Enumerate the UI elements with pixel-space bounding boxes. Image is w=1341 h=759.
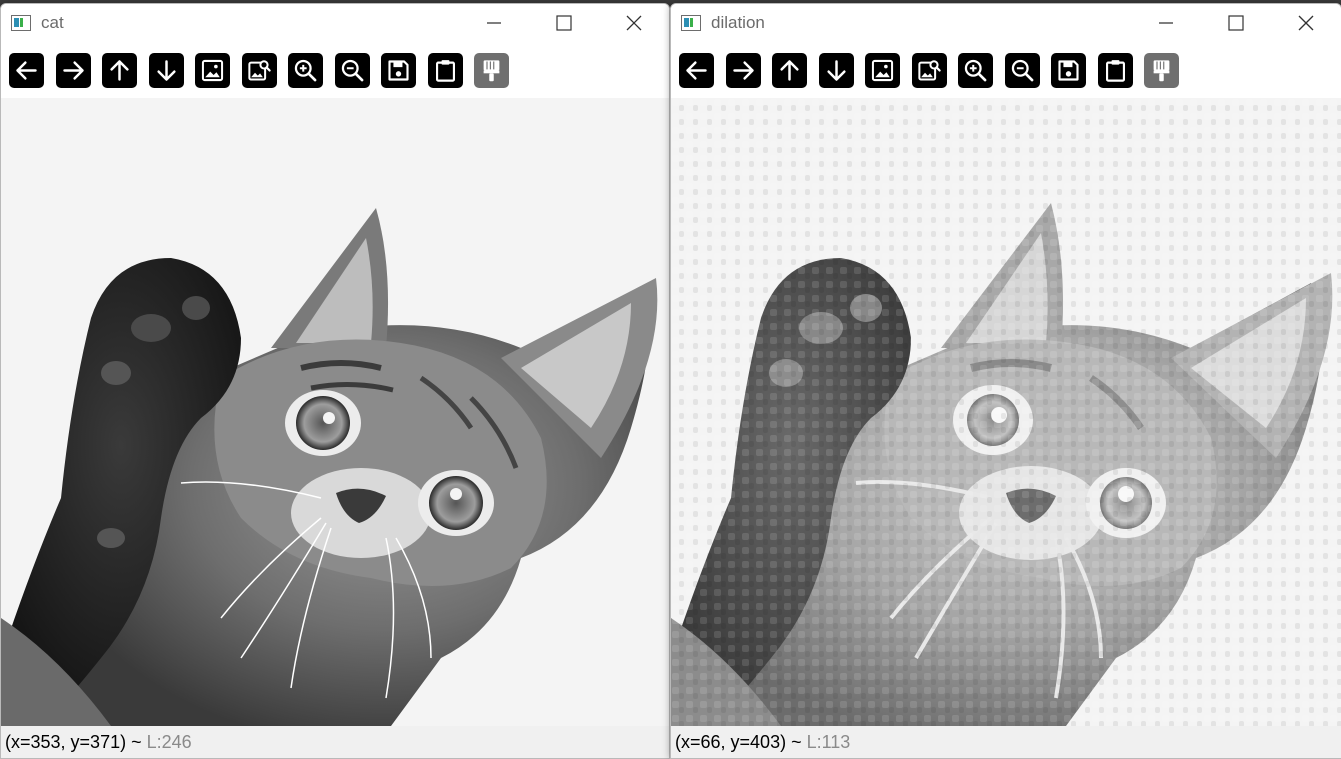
save-icon (388, 59, 409, 81)
brush-icon (1153, 59, 1170, 81)
window-cat[interactable]: cat (x=353, y=371) ~ L:246 (0, 3, 670, 759)
minimize-icon (1159, 22, 1173, 24)
arrow-down-icon (826, 59, 846, 81)
image-canvas[interactable] (671, 98, 1341, 726)
cat-image (1, 98, 669, 726)
maximize-button[interactable] (529, 4, 599, 42)
brush-icon (483, 59, 500, 81)
zoom-in-icon (294, 59, 317, 81)
title-bar[interactable]: cat (1, 4, 669, 42)
pan-down-button[interactable] (148, 52, 184, 88)
window-title: dilation (711, 13, 765, 32)
pan-left-button[interactable] (9, 52, 44, 88)
zoom-in-button[interactable] (958, 52, 993, 88)
pan-left-button[interactable] (679, 52, 714, 88)
zoom-original-button[interactable] (865, 52, 900, 88)
arrow-left-icon (686, 60, 707, 80)
app-icon (681, 15, 701, 31)
zoom-in-icon (964, 59, 987, 81)
caption-buttons (459, 4, 669, 42)
pan-up-button[interactable] (102, 52, 137, 88)
close-icon (1298, 15, 1314, 31)
zoom-out-button[interactable] (1004, 52, 1040, 88)
close-button[interactable] (599, 4, 669, 42)
status-separator: ~ (126, 731, 147, 752)
status-coordinates: (x=66, y=403) (675, 731, 787, 752)
caption-buttons (1131, 4, 1341, 42)
arrow-right-icon (62, 60, 84, 80)
pan-down-button[interactable] (818, 52, 854, 88)
status-bar: (x=353, y=371) ~ L:246 (1, 726, 669, 758)
pan-right-button[interactable] (725, 52, 761, 88)
image-icon (871, 59, 894, 81)
zoom-out-button[interactable] (334, 52, 370, 88)
save-icon (1058, 59, 1079, 81)
status-pixel-value: L:246 (146, 731, 192, 752)
zoom-image-icon (917, 59, 941, 81)
save-button[interactable] (1051, 52, 1086, 88)
status-bar: (x=66, y=403) ~ L:113 (671, 726, 1341, 758)
zoom-fit-button[interactable] (241, 52, 277, 88)
arrow-up-icon (110, 59, 129, 81)
window-title: cat (41, 13, 64, 32)
desktop: cat (x=353, y=371) ~ L:246 dilation (x=6… (0, 0, 1341, 759)
zoom-original-button[interactable] (195, 52, 230, 88)
arrow-up-icon (780, 59, 799, 81)
arrow-left-icon (16, 60, 37, 80)
zoom-fit-button[interactable] (911, 52, 947, 88)
minimize-icon (487, 22, 501, 24)
dilated-cat-image (671, 98, 1341, 726)
zoom-out-icon (1011, 59, 1033, 81)
properties-button[interactable] (1144, 52, 1179, 88)
image-canvas[interactable] (1, 98, 669, 726)
pan-right-button[interactable] (55, 52, 91, 88)
status-pixel-value: L:113 (806, 731, 851, 752)
pan-up-button[interactable] (772, 52, 807, 88)
maximize-button[interactable] (1201, 4, 1271, 42)
clipboard-icon (435, 59, 455, 82)
maximize-icon (1228, 15, 1244, 31)
close-icon (626, 15, 642, 31)
status-separator: ~ (786, 731, 807, 752)
copy-clipboard-button[interactable] (1097, 52, 1133, 88)
copy-clipboard-button[interactable] (427, 52, 463, 88)
status-coordinates: (x=353, y=371) (5, 731, 127, 752)
title-bar[interactable]: dilation (671, 4, 1341, 42)
minimize-button[interactable] (459, 4, 529, 42)
maximize-icon (556, 15, 572, 31)
clipboard-icon (1105, 59, 1125, 82)
toolbar (671, 42, 1341, 98)
save-button[interactable] (381, 52, 416, 88)
arrow-right-icon (732, 60, 754, 80)
toolbar (1, 42, 669, 98)
zoom-image-icon (247, 59, 271, 81)
window-dilation[interactable]: dilation (x=66, y=403) ~ L:113 (670, 3, 1341, 759)
zoom-in-button[interactable] (288, 52, 323, 88)
properties-button[interactable] (474, 52, 509, 88)
minimize-button[interactable] (1131, 4, 1201, 42)
close-button[interactable] (1271, 4, 1341, 42)
image-icon (201, 59, 224, 81)
arrow-down-icon (156, 59, 176, 81)
app-icon (11, 15, 31, 31)
zoom-out-icon (341, 59, 363, 81)
